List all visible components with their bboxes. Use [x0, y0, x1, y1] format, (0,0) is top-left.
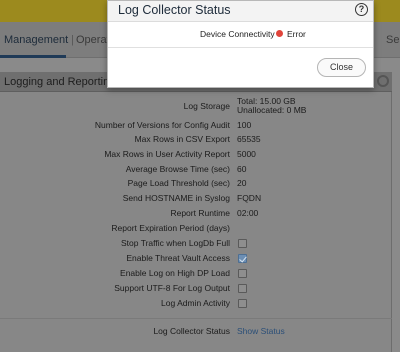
tab-management[interactable]: Management [4, 34, 68, 46]
gear-icon[interactable] [377, 75, 389, 87]
admin-activity-label: Log Admin Activity [161, 298, 230, 308]
syslog-hostname-label: Send HOSTNAME in Syslog [122, 193, 230, 203]
dialog-divider [108, 47, 373, 48]
user-activity-rows-label: Max Rows in User Activity Report [104, 149, 230, 159]
stop-traffic-checkbox[interactable] [238, 239, 247, 248]
csv-export-rows-label: Max Rows in CSV Export [134, 134, 230, 144]
threat-vault-checkbox[interactable] [238, 254, 247, 263]
panel-divider [0, 318, 392, 319]
utf8-log-checkbox[interactable] [238, 284, 247, 293]
log-collector-status-dialog: Log Collector Status ? Device Connectivi… [107, 0, 374, 88]
config-audit-versions-value: 100 [237, 120, 252, 130]
avg-browse-time-value: 60 [237, 164, 247, 174]
tab-session[interactable]: Ses [386, 34, 400, 46]
report-expiration-label: Report Expiration Period (days) [111, 223, 230, 233]
report-runtime-value: 02:00 [237, 208, 259, 218]
logging-reporting-panel: Logging and Reporting Setti Log Storage … [0, 72, 392, 352]
connectivity-status: Error [287, 29, 306, 39]
error-status-dot-icon [276, 30, 283, 37]
page-load-threshold-value: 20 [237, 178, 247, 188]
high-dp-load-label: Enable Log on High DP Load [120, 268, 230, 278]
dialog-title: Log Collector Status [118, 3, 231, 17]
log-storage-unallocated: Unallocated: 0 MB [237, 105, 307, 115]
config-audit-versions-label: Number of Versions for Config Audit [94, 120, 230, 130]
tab-separator: | [71, 34, 74, 46]
user-activity-rows-value: 5000 [237, 149, 256, 159]
close-button[interactable]: Close [317, 58, 366, 77]
device-connectivity-label: Device Connectivity [200, 29, 275, 39]
dialog-header: Log Collector Status ? [108, 1, 373, 22]
utf8-log-label: Support UTF-8 For Log Output [114, 283, 230, 293]
report-runtime-label: Report Runtime [170, 208, 230, 218]
active-tab-indicator [0, 55, 66, 58]
page-load-threshold-label: Page Load Threshold (sec) [127, 178, 230, 188]
log-collector-status-label: Log Collector Status [153, 326, 230, 336]
log-storage-label: Log Storage [183, 101, 230, 111]
show-status-link[interactable]: Show Status [237, 326, 285, 336]
admin-activity-checkbox[interactable] [238, 299, 247, 308]
syslog-hostname-value: FQDN [237, 193, 262, 203]
stop-traffic-label: Stop Traffic when LogDb Full [121, 238, 230, 248]
csv-export-rows-value: 65535 [237, 134, 261, 144]
threat-vault-label: Enable Threat Vault Access [126, 253, 230, 263]
high-dp-load-checkbox[interactable] [238, 269, 247, 278]
avg-browse-time-label: Average Browse Time (sec) [125, 164, 230, 174]
help-icon[interactable]: ? [355, 3, 368, 16]
